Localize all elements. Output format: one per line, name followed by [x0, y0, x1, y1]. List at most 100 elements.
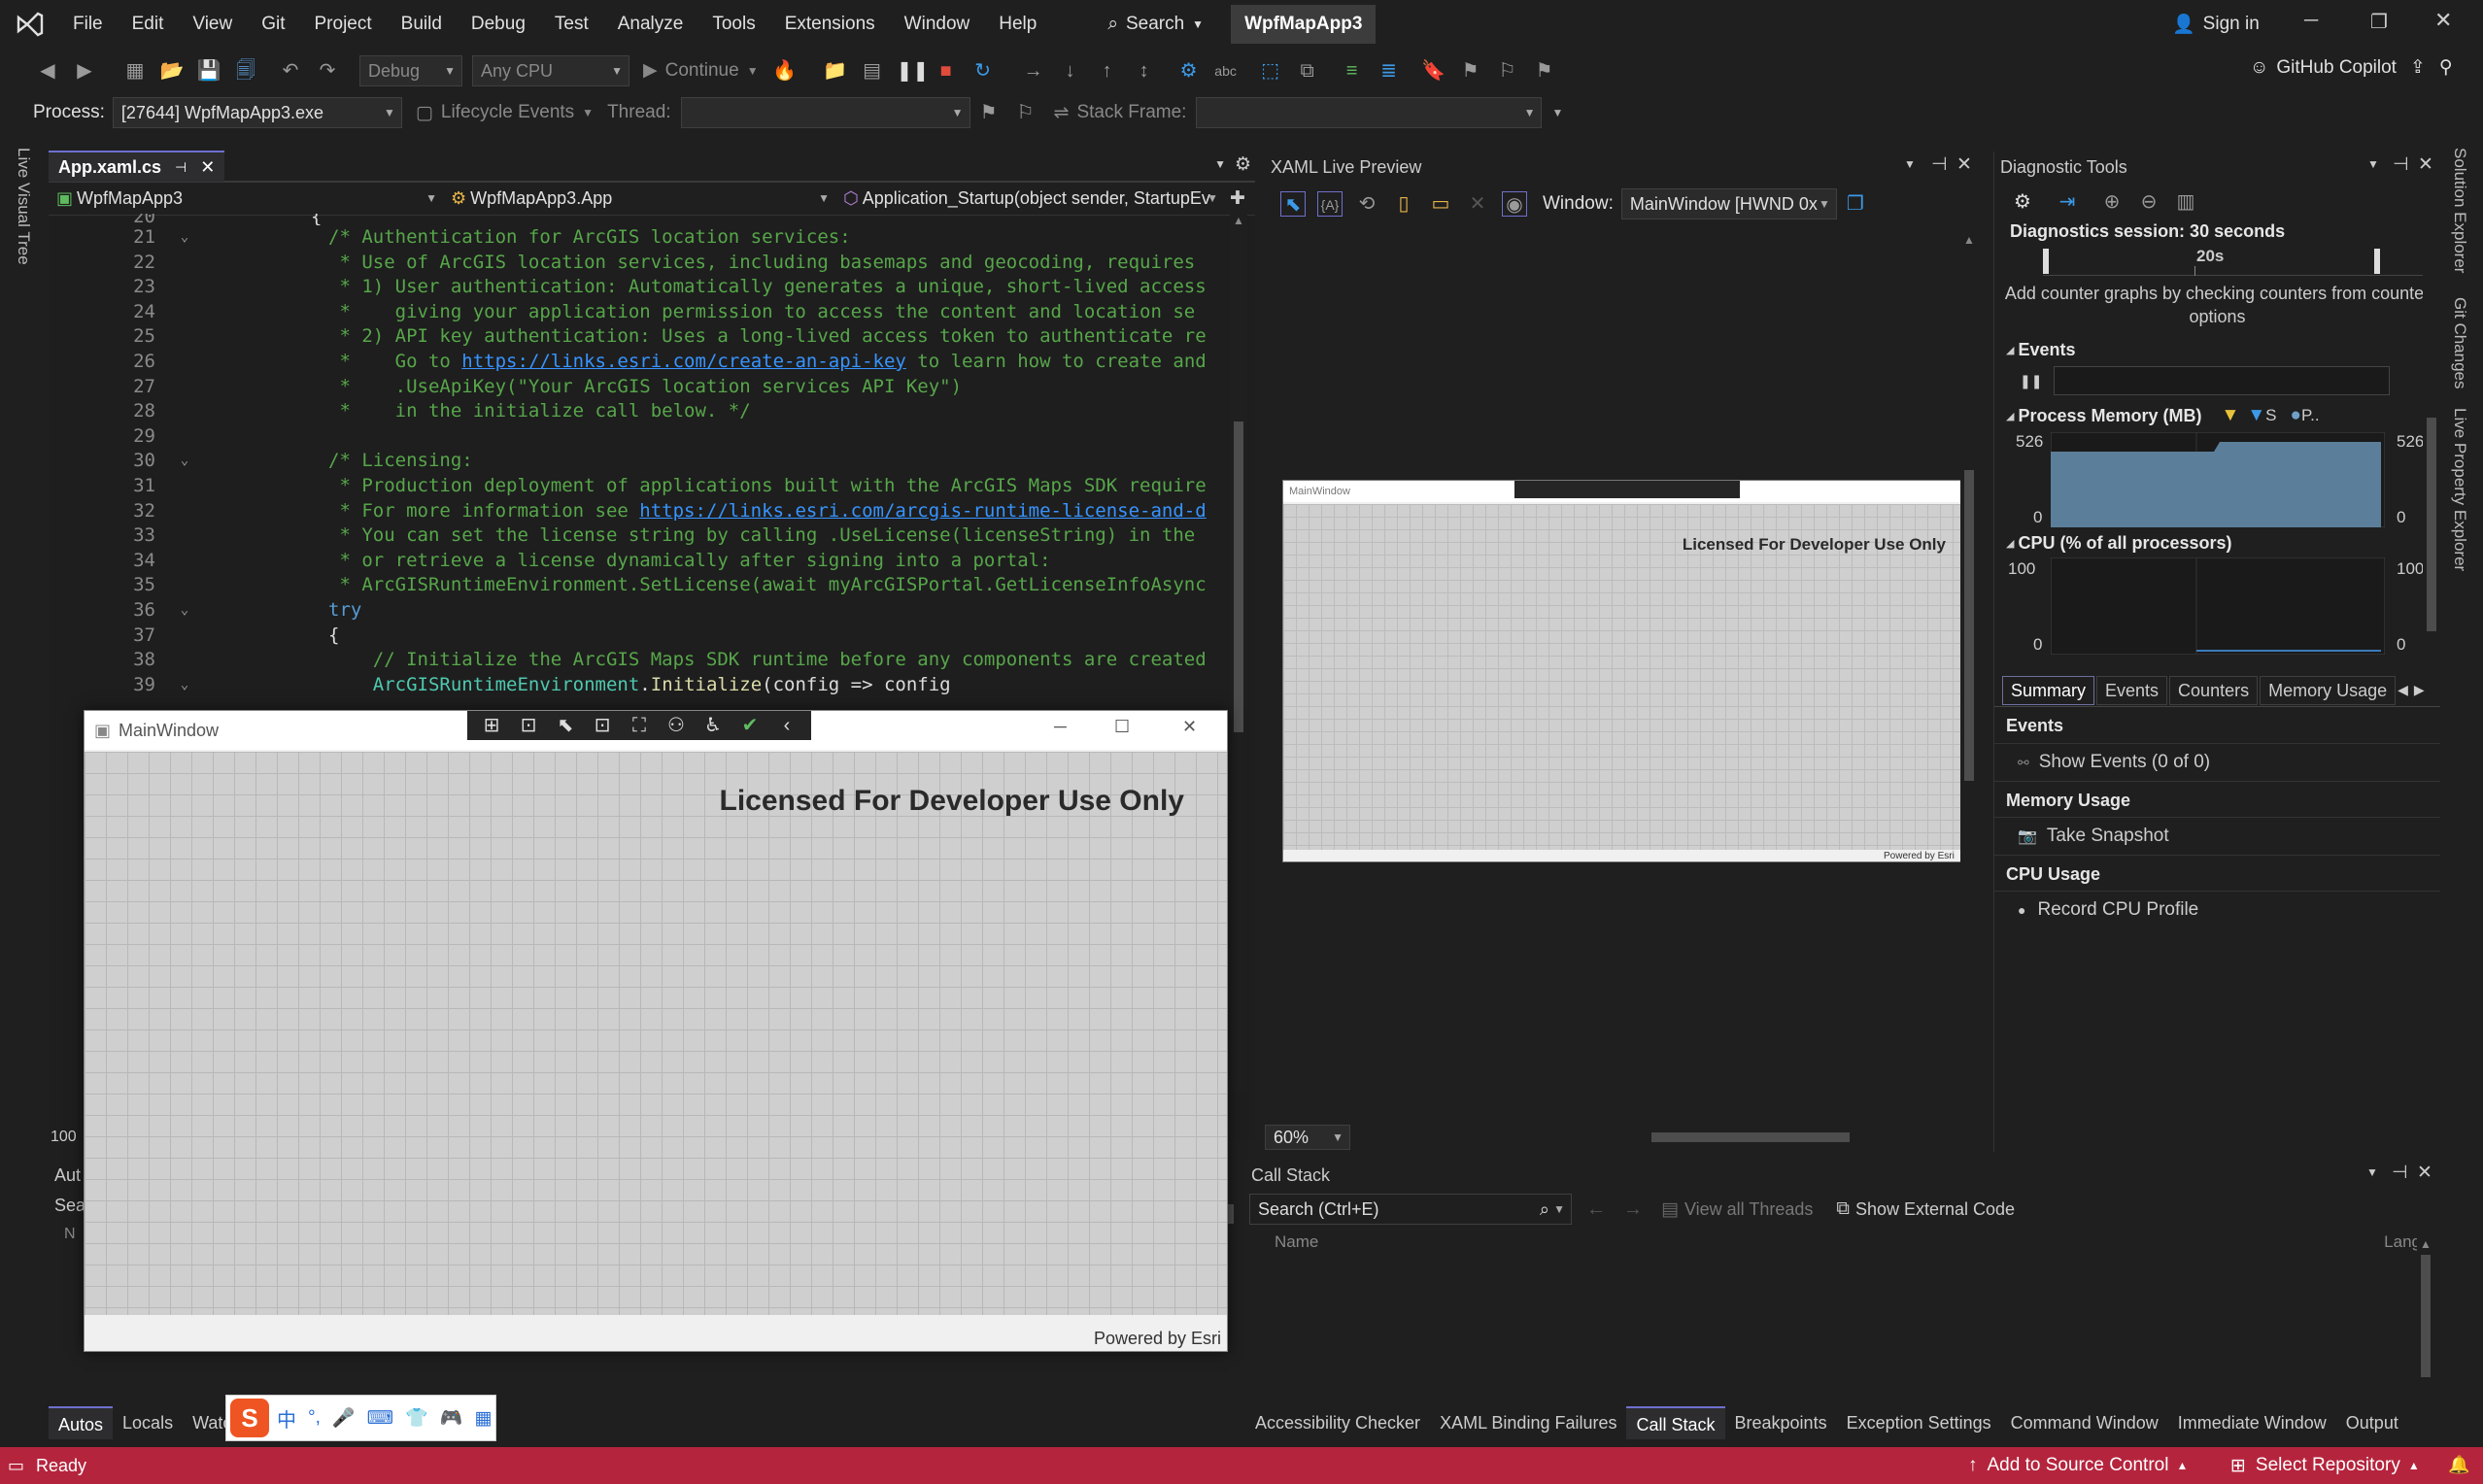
record-cpu-profile-button[interactable]: ● Record CPU Profile — [1994, 892, 2440, 928]
close-icon[interactable]: ✕ — [1182, 717, 1197, 737]
pause-icon[interactable]: ❚❚ — [2020, 373, 2042, 389]
pin-icon[interactable]: ⊣ — [2393, 153, 2409, 176]
preview-canvas[interactable]: MainWindow Licensed For Developer Use On… — [1265, 229, 1962, 1123]
track-focus-icon[interactable]: ⛶ — [627, 713, 652, 738]
pause-icon[interactable]: ❚❚ — [897, 58, 930, 84]
fold-chevron-icon[interactable]: ⌄ — [155, 673, 214, 698]
gear-icon[interactable]: ⚙ — [2010, 189, 2035, 215]
menu-item-test[interactable]: Test — [540, 0, 603, 49]
new-item-icon[interactable]: ▦ — [122, 58, 148, 84]
step-over-icon[interactable]: → — [1021, 58, 1046, 84]
code-hyperlink[interactable]: https://links.esri.com/create-an-api-key — [461, 351, 906, 372]
maximize-icon[interactable]: ☐ — [1114, 717, 1130, 737]
menu-item-debug[interactable]: Debug — [457, 0, 540, 49]
select-repository-button[interactable]: ⊞ Select Repository ▲ — [2230, 1447, 2420, 1484]
tab-xaml-binding-failures[interactable]: XAML Binding Failures — [1430, 1406, 1626, 1439]
github-copilot-button[interactable]: ☺ GitHub Copilot ⇪ ⚲ — [2250, 56, 2453, 79]
skin-icon[interactable]: 👕 — [405, 1406, 428, 1430]
hot-reload-icon[interactable]: 🔥 — [772, 58, 798, 84]
member-dropdown[interactable]: ⬡ Application_Startup(object sender, Star… — [835, 183, 1224, 215]
share-icon[interactable]: ⇪ — [2410, 56, 2426, 79]
binding-failures-icon[interactable]: ⚇ — [663, 713, 689, 738]
show-events-link[interactable]: ⚯ Show Events (0 of 0) — [1994, 744, 2440, 781]
continue-button[interactable]: ▶ Continue ▼ — [643, 59, 759, 82]
camera-icon[interactable]: ⊡ — [516, 713, 541, 738]
indent-icon[interactable]: ≡ — [1340, 58, 1365, 84]
scroll-up-icon[interactable]: ▲ — [1960, 233, 1978, 247]
tab-immediate-window[interactable]: Immediate Window — [2168, 1406, 2336, 1439]
fold-chevron-icon[interactable]: ⌄ — [155, 225, 214, 251]
stop-icon[interactable]: ■ — [934, 58, 959, 84]
collapse-icon[interactable]: ◢ — [2006, 537, 2014, 550]
xaml-select-icon[interactable]: ⬚ — [1258, 58, 1283, 84]
back-icon[interactable]: ← — [1583, 1197, 1609, 1222]
tabs-scroll-left-icon[interactable]: ◀ — [2398, 682, 2408, 698]
tab-exception-settings[interactable]: Exception Settings — [1837, 1406, 2001, 1439]
menu-item-project[interactable]: Project — [300, 0, 387, 49]
column-language[interactable]: Lang — [2384, 1232, 2421, 1252]
save-icon[interactable]: 💾 — [196, 58, 221, 84]
bookmark-clear-icon[interactable]: ⚑ — [1532, 58, 1557, 84]
save-all-icon[interactable]: 🗐 — [233, 58, 258, 84]
tab-output[interactable]: Output — [2336, 1406, 2408, 1439]
tab-locals[interactable]: Locals — [113, 1406, 183, 1439]
live-visual-tree-side-tab[interactable]: Live Visual Tree — [14, 148, 33, 265]
close-icon[interactable]: ✕ — [200, 152, 215, 183]
vs-logo-icon[interactable] — [0, 0, 58, 49]
tab-autos[interactable]: Autos — [49, 1406, 114, 1439]
step-out-icon[interactable]: ↑ — [1095, 58, 1120, 84]
accessibility-icon[interactable]: ♿ — [700, 713, 726, 738]
eye-icon[interactable]: ◉ — [1502, 191, 1527, 217]
solution-explorer-side-tab[interactable]: Solution Explorer — [2450, 148, 2469, 284]
cancel-icon[interactable]: ✕ — [1465, 191, 1490, 217]
flag-all-icon[interactable]: ⚐ — [1013, 100, 1038, 125]
ime-punctuation-icon[interactable]: °, — [308, 1407, 321, 1429]
back-icon[interactable]: ◀ — [35, 58, 60, 84]
fold-chevron-icon[interactable]: ⌄ — [155, 598, 214, 624]
ruler-h-icon[interactable]: ▭ — [1428, 191, 1453, 217]
menu-item-analyze[interactable]: Analyze — [603, 0, 698, 49]
scroll-thumb[interactable] — [1651, 1132, 1850, 1142]
tab-summary[interactable]: Summary — [2002, 675, 2095, 705]
zoom-in-icon[interactable]: ⊕ — [2099, 189, 2125, 215]
notifications-icon[interactable]: 🔔 — [2448, 1455, 2469, 1475]
gear-icon[interactable]: ⚙ — [1235, 153, 1251, 176]
toolbar-overflow-icon[interactable]: ▼ — [1551, 106, 1563, 119]
game-icon[interactable]: 🎮 — [440, 1406, 463, 1430]
pin-icon[interactable]: ⊣ — [1931, 153, 1948, 176]
scroll-up-icon[interactable]: ▲ — [2417, 1237, 2434, 1251]
call-stack-search[interactable]: Search (Ctrl+E) ⌕ ▼ — [1249, 1194, 1572, 1225]
scroll-thumb[interactable] — [2421, 1255, 2431, 1377]
tab-command-window[interactable]: Command Window — [2001, 1406, 2168, 1439]
pin-icon[interactable]: ⊣ — [2392, 1162, 2408, 1184]
preview-horizontal-scrollbar[interactable] — [1364, 1130, 1947, 1144]
git-changes-side-tab[interactable]: Git Changes — [2450, 297, 2469, 394]
close-icon[interactable]: ✕ — [2418, 153, 2433, 176]
go-to-live-tree-icon[interactable]: ⊞ — [479, 713, 504, 738]
lifecycle-events-button[interactable]: Lifecycle Events — [441, 102, 574, 123]
view-all-threads-button[interactable]: View all Threads — [1684, 1199, 1813, 1220]
keyboard-icon[interactable]: ⌨ — [367, 1407, 393, 1430]
column-name[interactable]: Name — [1275, 1232, 1318, 1252]
diagnostic-vertical-scrollbar[interactable] — [2423, 223, 2440, 680]
spellcheck-icon[interactable]: abc — [1213, 58, 1239, 84]
bookmark-icon[interactable]: 🔖 — [1421, 58, 1446, 84]
toolbox-icon[interactable]: ▦ — [474, 1407, 492, 1430]
outdent-icon[interactable]: ≣ — [1377, 58, 1402, 84]
undo-icon[interactable]: ↶ — [278, 58, 303, 84]
hot-reload-icon[interactable]: ⟲ — [1354, 191, 1379, 217]
tab-breakpoints[interactable]: Breakpoints — [1725, 1406, 1837, 1439]
bookmark-prev-icon[interactable]: ⚑ — [1458, 58, 1483, 84]
tab-accessibility-checker[interactable]: Accessibility Checker — [1245, 1406, 1430, 1439]
check-icon[interactable]: ✔ — [737, 713, 763, 738]
menu-item-file[interactable]: File — [58, 0, 118, 49]
step-into-icon[interactable]: ↓ — [1058, 58, 1083, 84]
export-icon[interactable]: ⇥ — [2055, 189, 2080, 215]
editor-zoom-level[interactable]: 100 — [51, 1129, 77, 1146]
process-dropdown[interactable]: [27644] WpfMapApp3.exe ▼ — [112, 97, 402, 128]
timeline-start-handle[interactable] — [2043, 249, 2049, 274]
code-hyperlink[interactable]: https://links.esri.com/arcgis-runtime-li… — [639, 500, 1206, 522]
menu-item-tools[interactable]: Tools — [697, 0, 769, 49]
editor-vertical-scrollbar[interactable]: ▲ — [1230, 214, 1247, 1094]
tabs-scroll-right-icon[interactable]: ▶ — [2414, 682, 2425, 698]
